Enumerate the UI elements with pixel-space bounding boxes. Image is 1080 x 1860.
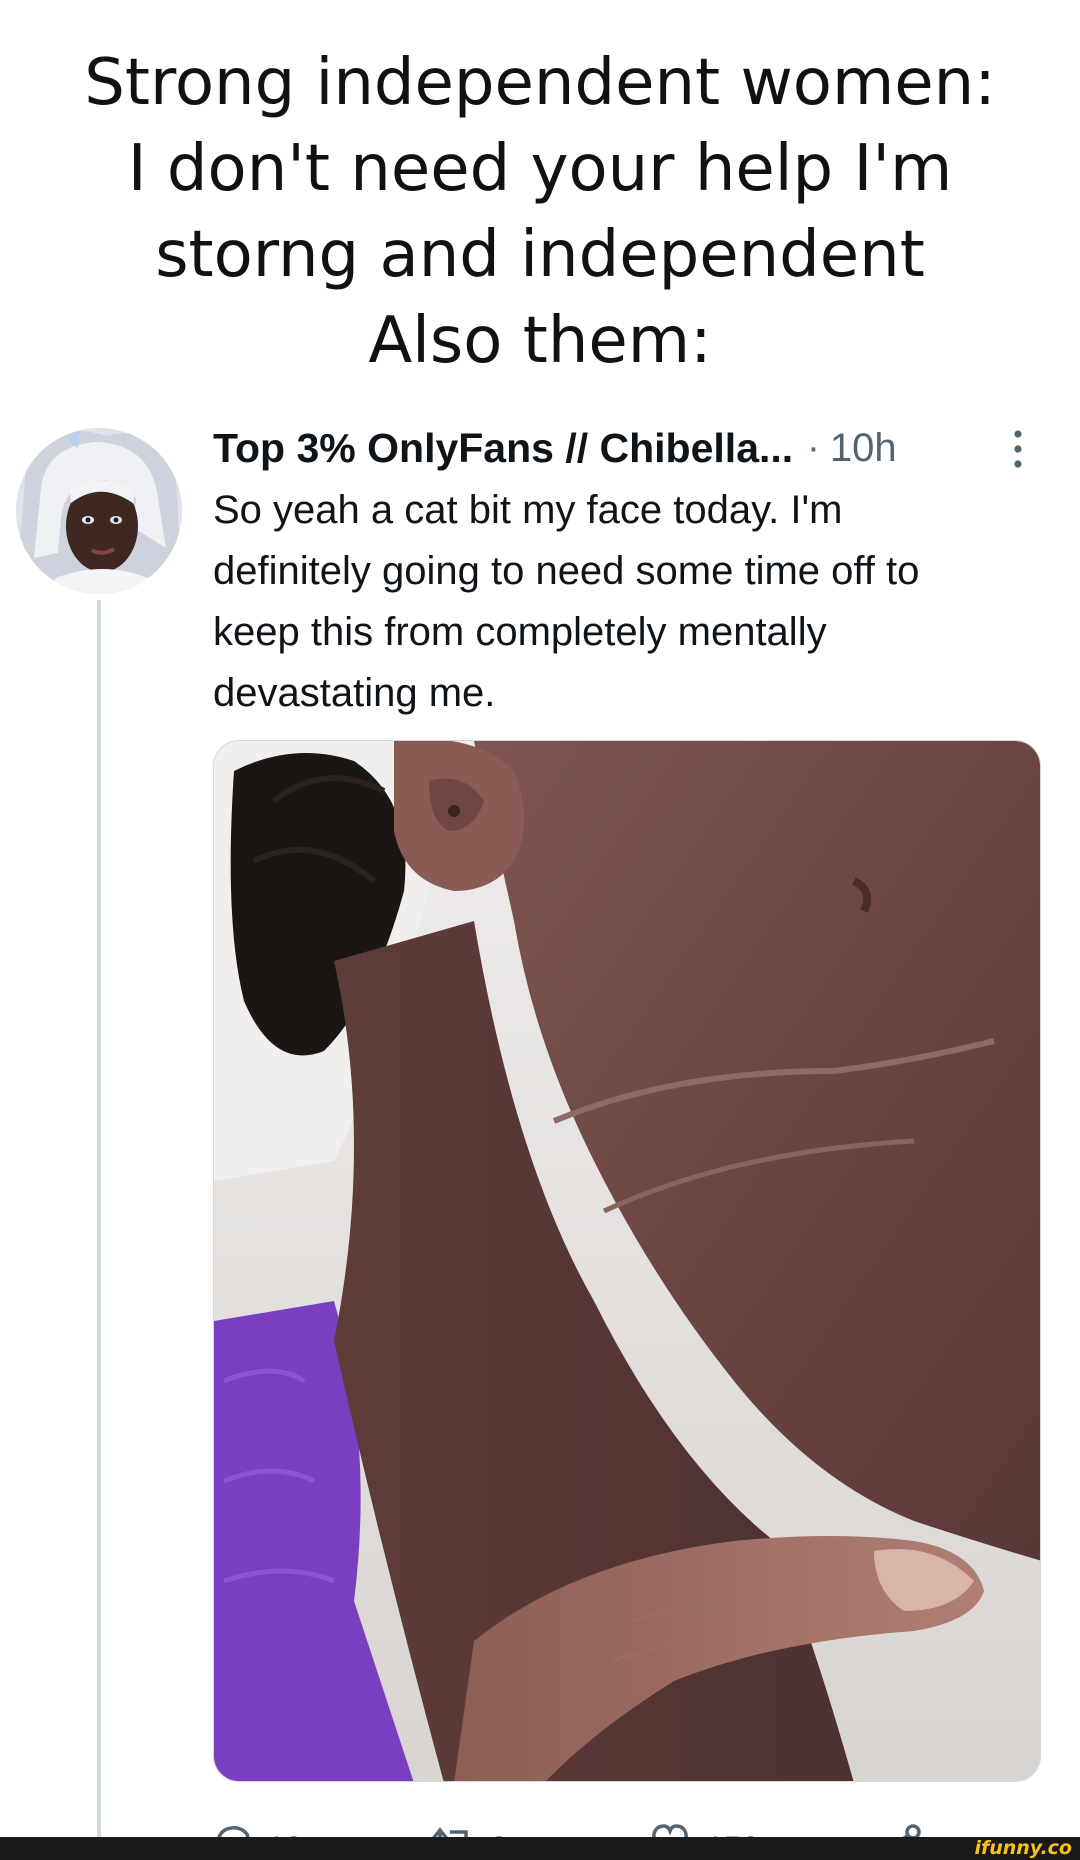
meme-caption: Strong independent women: I don't need y… bbox=[0, 40, 1080, 384]
more-options-icon[interactable] bbox=[1004, 426, 1032, 472]
tweet-text-line: definitely going to need some time off t… bbox=[213, 549, 920, 593]
tweet-header: Top 3% OnlyFans // Chibella... · 10h bbox=[213, 420, 897, 476]
caption-line: Also them: bbox=[368, 304, 712, 378]
author-name[interactable]: Top 3% OnlyFans // Chibella... bbox=[213, 425, 793, 472]
tweet-text-line: So yeah a cat bit my face today. I'm bbox=[213, 488, 843, 532]
caption-line: I don't need your help I'm bbox=[127, 132, 953, 206]
caption-line: Strong independent women: bbox=[84, 46, 996, 120]
caption-line: storng and independent bbox=[155, 218, 925, 292]
tweet-timestamp[interactable]: 10h bbox=[830, 426, 897, 471]
ifunny-watermark: ifunny.co bbox=[964, 1837, 1080, 1860]
tweet-text-line: keep this from completely mentally bbox=[213, 610, 827, 654]
tweet-text: So yeah a cat bit my face today. I'm def… bbox=[213, 480, 1063, 724]
photo-jaw-closeup-icon[interactable] bbox=[213, 740, 1041, 1782]
tweet-text-line: devastating me. bbox=[213, 671, 496, 715]
footer-bar bbox=[0, 1837, 1080, 1860]
user-avatar-icon[interactable] bbox=[16, 428, 182, 594]
header-separator: · bbox=[807, 426, 820, 469]
thread-line bbox=[97, 600, 101, 1840]
